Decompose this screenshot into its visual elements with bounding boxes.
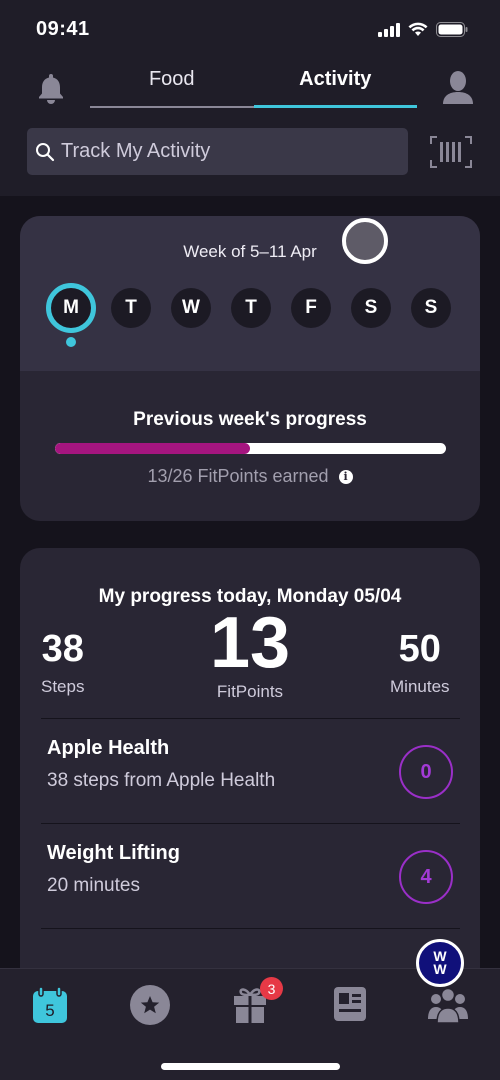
day-sunday[interactable]: S [411, 288, 451, 328]
previous-week-title: Previous week's progress [133, 409, 367, 430]
status-icons [378, 22, 468, 37]
search-icon [36, 142, 55, 161]
header: 09:41 Food Activity [0, 0, 500, 196]
today-stats: 38 Steps 13 FitPoints 50 Minutes [20, 604, 480, 718]
fitpoints-value: 13 [210, 603, 291, 683]
barcode-scan-icon[interactable] [430, 136, 472, 168]
steps-label: Steps [41, 677, 85, 696]
today-indicator-dot [66, 337, 76, 347]
fitpoints-earned-text: 13/26 FitPoints earned [147, 466, 329, 486]
day-friday[interactable]: F [291, 288, 331, 328]
fitpoints-label: FitPoints [216, 682, 284, 701]
stat-minutes: 50 Minutes [390, 628, 450, 697]
activity-points: 0 [399, 745, 453, 799]
nav-wellness[interactable] [128, 983, 172, 1027]
previous-week-progress-bar [54, 443, 446, 454]
day-thursday[interactable]: T [231, 288, 271, 328]
steps-value: 38 [41, 628, 84, 670]
status-time: 09:41 [36, 18, 90, 40]
rewards-notification-badge: 3 [260, 977, 283, 1000]
week-title: Week of 5–11 Apr [183, 242, 317, 261]
day-tuesday[interactable]: T [111, 288, 151, 328]
minutes-value: 50 [398, 628, 441, 670]
today-progress-card: My progress today, Monday 05/04 38 Steps… [20, 548, 480, 1028]
activity-points: 4 [399, 850, 453, 904]
ww-logo-line2: W [433, 961, 447, 977]
calendar-icon: 5 [33, 986, 67, 1023]
week-card: Week of 5–11 Apr M T W T F S S Previous … [20, 216, 480, 521]
signal-icon [378, 22, 400, 37]
activity-row[interactable]: Weight Lifting 20 minutes 4 [20, 824, 480, 928]
bell-icon[interactable] [36, 72, 66, 104]
tab-food[interactable]: Food [90, 62, 254, 108]
calendar-day-number: 5 [45, 1001, 54, 1020]
day-selector: M T W T F S S [46, 283, 451, 333]
wifi-icon [408, 22, 428, 36]
food-activity-tabs: Food Activity [90, 62, 417, 108]
stat-fitpoints: 13 FitPoints [210, 604, 290, 702]
minutes-label: Minutes [390, 677, 450, 696]
activity-search-bar[interactable] [27, 128, 408, 175]
nav-discover[interactable] [328, 983, 372, 1027]
ww-logo-button[interactable]: W W [416, 939, 464, 987]
divider [41, 928, 460, 929]
profile-icon[interactable] [442, 70, 474, 104]
day-monday[interactable]: M [46, 283, 96, 333]
activity-search-input[interactable] [61, 140, 381, 163]
home-indicator [161, 1063, 340, 1070]
star-icon [130, 985, 170, 1025]
touch-indicator [342, 218, 388, 264]
progress-fill [54, 443, 250, 454]
day-saturday[interactable]: S [351, 288, 391, 328]
people-icon [428, 987, 468, 1023]
news-icon [334, 987, 366, 1021]
status-bar: 09:41 [0, 0, 500, 60]
battery-icon [436, 22, 468, 37]
week-selector: Week of 5–11 Apr M T W T F S S [20, 216, 480, 371]
stat-steps: 38 Steps [41, 628, 84, 697]
tab-activity[interactable]: Activity [253, 62, 417, 108]
day-wednesday[interactable]: W [171, 288, 211, 328]
nav-connect[interactable] [426, 983, 470, 1027]
info-icon[interactable]: i [338, 469, 353, 484]
nav-my-day[interactable]: 5 [28, 983, 72, 1027]
activity-row[interactable]: Apple Health 38 steps from Apple Health … [20, 719, 480, 823]
previous-week-summary: 13/26 FitPoints earned i [20, 466, 480, 487]
